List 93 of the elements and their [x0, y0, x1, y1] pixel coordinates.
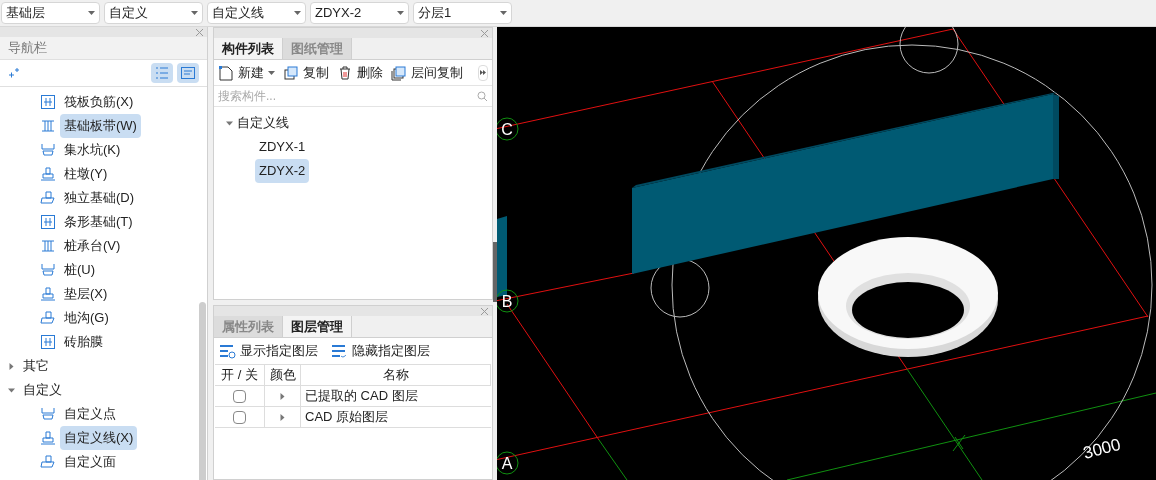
nav-tree-item[interactable]: 筏板负筋(X)	[60, 90, 138, 114]
component-icon	[40, 190, 56, 206]
axis-marker	[497, 117, 519, 141]
nav-tree-item[interactable]: 自定义点	[60, 402, 120, 426]
layers-eye-icon	[218, 343, 236, 359]
column-header: 名称	[301, 365, 491, 385]
component-icon	[40, 94, 56, 110]
nav-tree-item[interactable]: 桩(U)	[60, 258, 100, 282]
collapsed-arrow-icon[interactable]	[8, 362, 15, 370]
component-icon	[40, 406, 56, 422]
dropdown[interactable]: ZDYX-2	[310, 2, 409, 24]
dropdown[interactable]: 自定义	[104, 2, 203, 24]
component-icon	[40, 286, 56, 302]
trash-icon	[337, 64, 353, 81]
caret-icon	[294, 11, 301, 15]
detail-view-button[interactable]	[177, 63, 199, 83]
nav-tree-item[interactable]: 砖胎膜	[60, 330, 107, 354]
component-icon	[40, 118, 56, 134]
list-view-button[interactable]	[151, 63, 173, 83]
list-icon	[155, 67, 169, 79]
collapsed-arrow-icon[interactable]	[279, 413, 286, 421]
expanded-arrow-icon[interactable]	[226, 119, 233, 127]
component-icon	[40, 430, 56, 446]
new-document-icon	[218, 64, 234, 81]
dropdown[interactable]: 基础层	[1, 2, 100, 24]
nav-tree-item[interactable]: 条形基础(T)	[60, 210, 137, 234]
component-item[interactable]: ZDYX-1	[255, 135, 310, 159]
nav-group-label[interactable]: 其它	[23, 356, 49, 376]
search-field[interactable]: 搜索构件...	[218, 87, 438, 105]
toolbar-action[interactable]: 新建	[218, 62, 275, 83]
nav-tree-item[interactable]: 独立基础(D)	[60, 186, 139, 210]
collapsed-arrow-icon[interactable]	[279, 392, 286, 400]
nav-group-label[interactable]: 自定义	[23, 380, 62, 400]
layers-hidden-icon	[330, 343, 348, 359]
toolbar-action[interactable]: 显示指定图层	[218, 341, 318, 361]
close-icon[interactable]	[196, 28, 203, 36]
layer-checkbox[interactable]	[233, 389, 246, 403]
sparkle-add-icon[interactable]	[8, 67, 20, 79]
component-icon	[40, 214, 56, 230]
component-group-label[interactable]: 自定义线	[237, 113, 289, 133]
nav-tree-item[interactable]: 集水坑(K)	[60, 138, 125, 162]
3d-viewport[interactable]: C B A 3000	[497, 27, 1156, 480]
toolbar-action[interactable]: 复制	[283, 62, 329, 83]
expanded-arrow-icon[interactable]	[8, 386, 15, 394]
component-icon	[40, 262, 56, 278]
more-button[interactable]	[478, 64, 488, 81]
component-icon	[40, 334, 56, 350]
nav-tree-item[interactable]: 垫层(X)	[60, 282, 112, 306]
component-icon	[40, 142, 56, 158]
layer-checkbox[interactable]	[233, 410, 246, 424]
dropdown[interactable]: 分层1	[413, 2, 512, 24]
component-icon	[40, 454, 56, 470]
column-header: 开 / 关	[215, 365, 265, 385]
dropdown[interactable]: 自定义线	[207, 2, 306, 24]
axis-label: C	[501, 121, 513, 138]
axis-label: B	[501, 293, 513, 310]
toolbar-action[interactable]: 隐藏指定图层	[330, 341, 430, 361]
component-icon	[40, 238, 56, 254]
axis-marker	[497, 451, 519, 475]
caret-icon	[397, 11, 404, 15]
caret-icon	[191, 11, 198, 15]
close-icon[interactable]	[481, 307, 488, 315]
scrollbar-thumb[interactable]	[199, 302, 206, 480]
toolbar-action[interactable]: 层间复制	[391, 62, 463, 83]
component-icon	[40, 310, 56, 326]
nav-tree-item[interactable]: 基础板带(W)	[60, 114, 141, 138]
caret-icon	[268, 70, 275, 75]
toolbar-action[interactable]: 删除	[337, 62, 383, 83]
nav-tree-item[interactable]: 自定义面	[60, 450, 120, 474]
copy-icon	[283, 64, 299, 81]
dimension-label: 3000	[1081, 434, 1123, 463]
layer-name: 已提取的 CAD 图层	[304, 387, 419, 406]
detail-list-icon	[181, 67, 195, 79]
panel-title: 导航栏	[8, 39, 47, 58]
panel-tab[interactable]: 构件列表	[214, 38, 283, 59]
axis-marker	[497, 289, 519, 313]
nav-tree-item[interactable]: 自定义线(X)	[60, 426, 138, 450]
panel-tab[interactable]: 图层管理	[283, 316, 352, 337]
double-chevron-icon	[480, 70, 486, 75]
component-icon	[40, 166, 56, 182]
nav-tree-item[interactable]: 地沟(G)	[60, 306, 113, 330]
layer-name: CAD 原始图层	[304, 408, 390, 427]
close-icon[interactable]	[481, 29, 488, 37]
column-header: 颜色	[265, 365, 301, 385]
caret-icon	[88, 11, 95, 15]
splitter-handle[interactable]	[493, 242, 497, 302]
search-icon[interactable]	[477, 90, 488, 102]
axis-label: A	[501, 455, 513, 472]
nav-tree-item[interactable]: 柱墩(Y)	[60, 162, 112, 186]
stacked-copy-icon	[391, 64, 407, 81]
component-item[interactable]: ZDYX-2	[255, 159, 310, 183]
caret-icon	[500, 11, 507, 15]
nav-tree-item[interactable]: 桩承台(V)	[60, 234, 125, 258]
